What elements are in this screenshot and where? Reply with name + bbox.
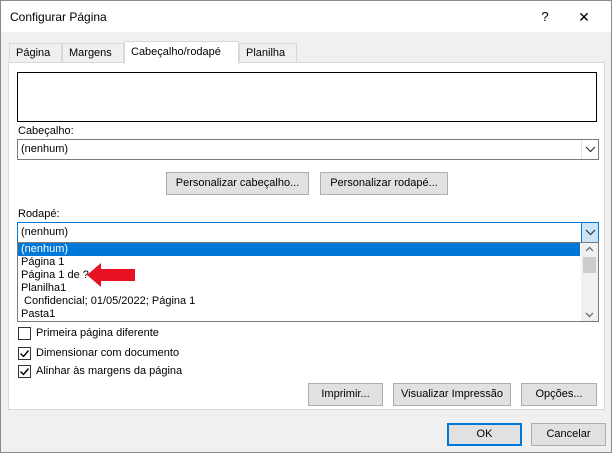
close-button[interactable]: ✕ [569,5,599,29]
footer-label: Rodapé: [18,208,60,220]
header-preview [17,72,597,122]
scrollbar[interactable] [581,243,598,321]
first-page-different-label[interactable]: Primeira página diferente [36,327,159,339]
scale-with-document-label[interactable]: Dimensionar com documento [36,347,179,359]
options-button[interactable]: Opções... [521,383,597,406]
check-icon [20,350,30,358]
footer-select-value: (nenhum) [21,226,69,238]
first-page-different-checkbox[interactable] [18,327,31,340]
align-margins-checkbox[interactable] [18,365,31,378]
tab-margens[interactable]: Margens [62,43,124,63]
scrollbar-thumb[interactable] [583,257,596,273]
tab-cabecalho-rodape[interactable]: Cabeçalho/rodapé [124,41,239,64]
page-setup-dialog: Configurar Página ? ✕ Página Margens Cab… [0,0,612,453]
chevron-up-icon[interactable] [581,243,598,255]
title-bar: Configurar Página ? ✕ [1,1,611,32]
chevron-down-icon [585,146,596,153]
check-icon [20,368,30,376]
footer-select[interactable]: (nenhum) [17,222,599,243]
footer-dropdown-button[interactable] [581,222,599,243]
align-margins-label[interactable]: Alinhar às margens da página [36,365,182,377]
list-item[interactable]: Pasta1 [18,308,580,321]
chevron-down-icon [585,229,596,236]
tab-pagina[interactable]: Página [9,43,62,63]
print-button[interactable]: Imprimir... [308,383,383,406]
header-dropdown-button[interactable] [581,140,598,159]
footer-label-text: Rodapé: [18,208,60,220]
help-button[interactable]: ? [531,5,559,29]
red-arrow-icon [87,263,135,287]
list-item[interactable]: Confidencial; 01/05/2022; Página 1 [18,295,580,308]
cancel-button[interactable]: Cancelar [531,423,606,446]
tab-panel: Cabeçalho: (nenhum) Personalizar cabeçal… [8,62,605,410]
window-title: Configurar Página [10,10,107,24]
print-preview-button[interactable]: Visualizar Impressão [393,383,511,406]
list-item[interactable]: (nenhum) [18,243,580,256]
customize-header-button[interactable]: Personalizar cabeçalho... [166,172,309,195]
chevron-down-icon[interactable] [581,309,598,321]
tab-planilha[interactable]: Planilha [239,43,297,63]
header-select[interactable]: (nenhum) [17,139,599,160]
scale-with-document-checkbox[interactable] [18,347,31,360]
customize-footer-button[interactable]: Personalizar rodapé... [320,172,448,195]
header-label-text: Cabeçalho: [18,125,74,137]
ok-button[interactable]: OK [447,423,522,446]
header-select-value: (nenhum) [21,143,69,155]
header-label: Cabeçalho: [18,125,74,137]
